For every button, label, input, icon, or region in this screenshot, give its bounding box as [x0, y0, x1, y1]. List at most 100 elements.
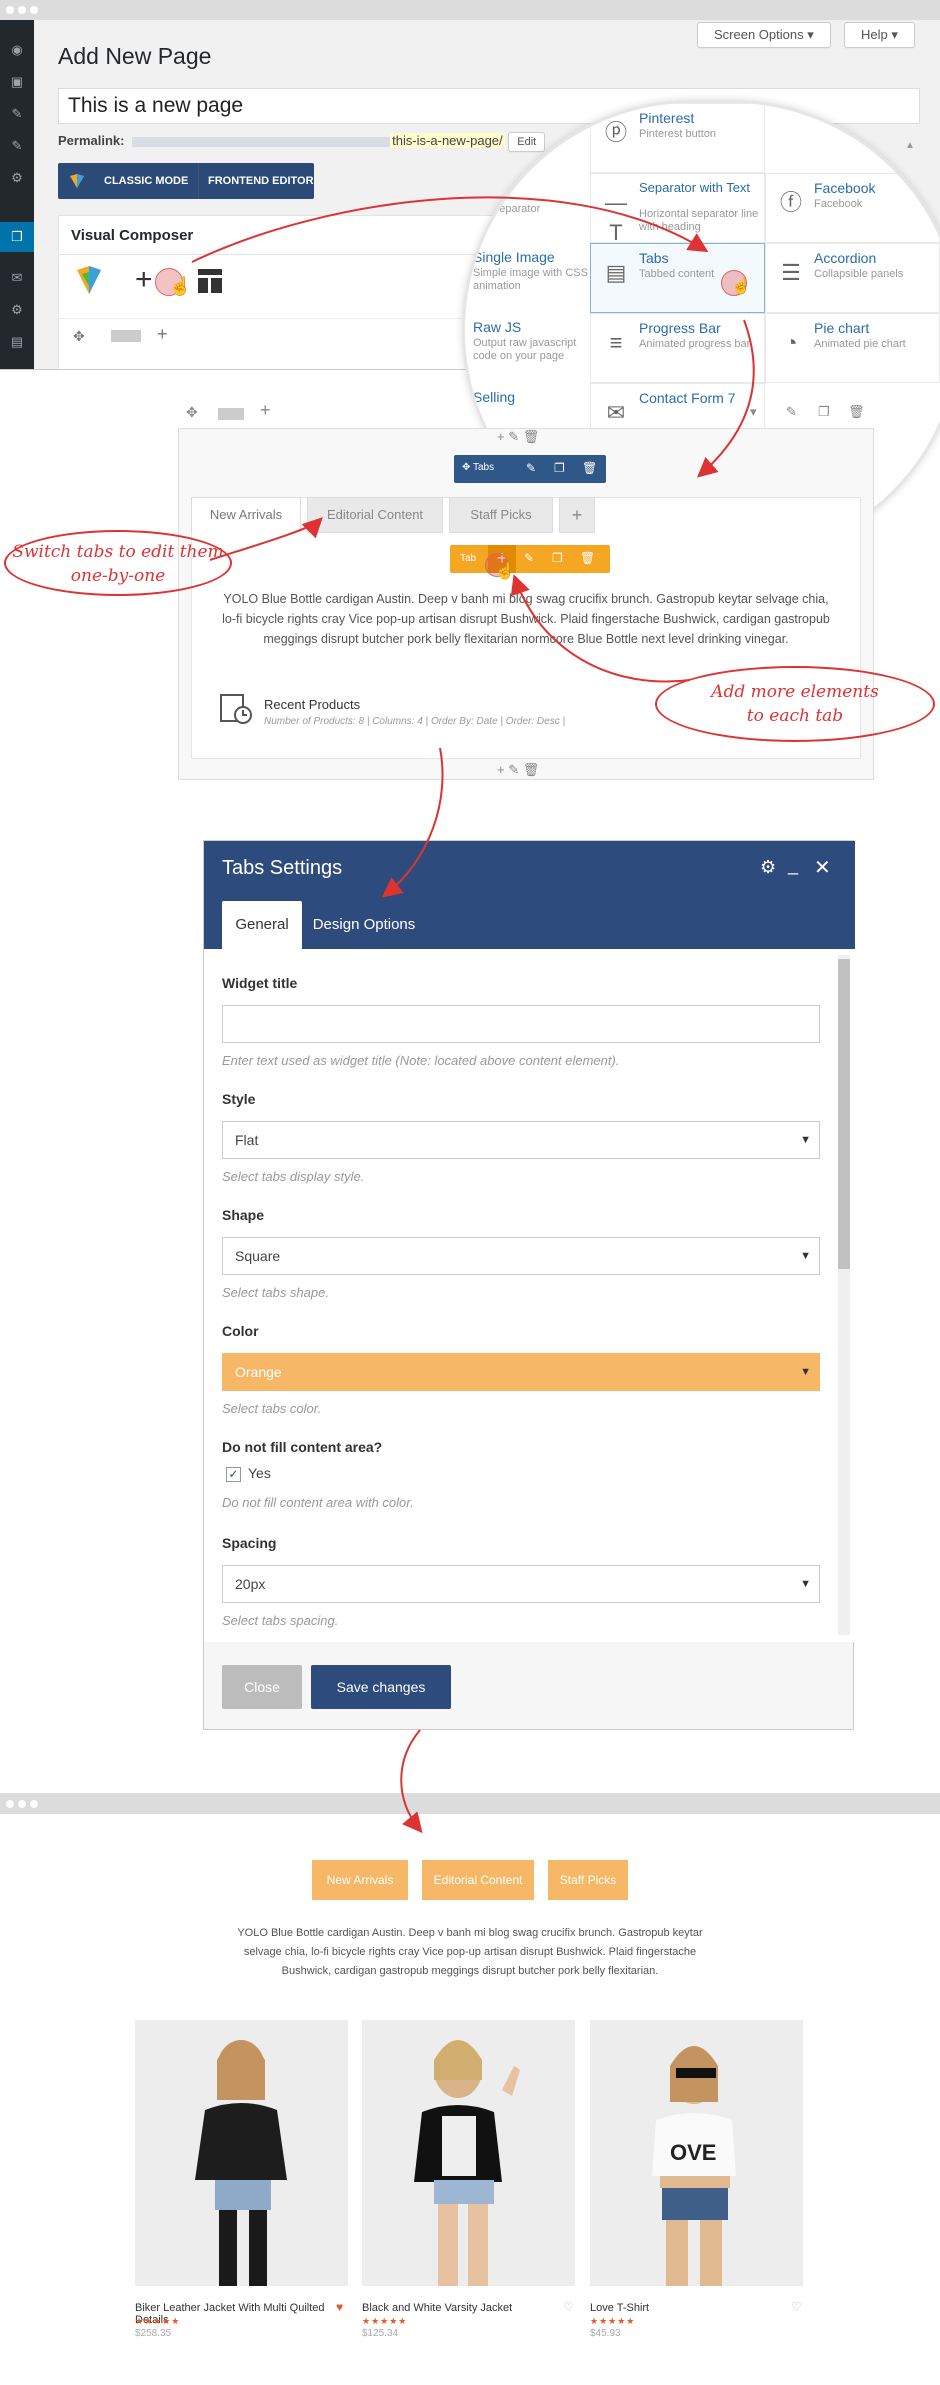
delete-icon[interactable]: 🗑: [523, 762, 540, 777]
element-separator[interactable]: ator ntal separator: [465, 173, 590, 243]
close-icon[interactable]: ✕: [814, 855, 831, 880]
widget-title-input[interactable]: [222, 1005, 820, 1043]
add-column-icon[interactable]: +: [157, 324, 168, 345]
edit-icon[interactable]: ✎: [508, 762, 519, 777]
style-select[interactable]: Flat ▼: [222, 1121, 820, 1159]
media-icon[interactable]: ▣: [9, 74, 25, 90]
tabs-settings-modal: Tabs Settings ⚙ _ ✕ General Design Optio…: [203, 840, 855, 1730]
layout-icon[interactable]: [111, 330, 141, 342]
add-tab-button[interactable]: +: [559, 497, 595, 533]
tab-control-label[interactable]: Tab: [460, 553, 476, 564]
clone-icon[interactable]: ❐: [554, 461, 565, 475]
edit-icon[interactable]: ✎: [786, 404, 797, 420]
product-name[interactable]: Love T-Shirt: [590, 2302, 790, 2314]
permalink-slug[interactable]: this-is-a-new-page/: [390, 133, 505, 148]
pinterest-icon: ⓟ: [604, 120, 627, 145]
dashboard-icon[interactable]: ◉: [9, 42, 25, 58]
clone-icon[interactable]: ❐: [818, 404, 830, 420]
collapse-icon[interactable]: ▤: [9, 334, 25, 350]
element-pinterest[interactable]: ⓟ Pinterest Pinterest button: [590, 103, 765, 173]
clone-icon[interactable]: ❐: [552, 551, 563, 565]
delete-icon[interactable]: 🗑: [848, 404, 865, 420]
tab-staff-picks[interactable]: Staff Picks: [449, 497, 553, 533]
rating-stars: ★★★★★: [135, 2316, 181, 2326]
screen-options-button[interactable]: Screen Options ▾: [697, 22, 831, 48]
help-button[interactable]: Help ▾: [844, 22, 915, 48]
element-progress-bar[interactable]: ≡ Progress Bar Animated progress bar: [590, 313, 765, 383]
browser-chrome: [0, 1794, 940, 1814]
pin-icon[interactable]: ✎: [9, 138, 25, 154]
chevron-up-icon[interactable]: ▲: [905, 140, 915, 151]
heart-outline-icon[interactable]: ♡: [563, 2300, 574, 2314]
element-accordion[interactable]: ☰ Accordion Collapsible panels: [765, 243, 940, 313]
add-column-icon[interactable]: +: [260, 400, 271, 421]
shape-hint: Select tabs shape.: [222, 1285, 329, 1300]
front-tab-new-arrivals[interactable]: New Arrivals: [312, 1860, 408, 1900]
heart-outline-icon[interactable]: ♡: [791, 2300, 802, 2314]
gear-icon[interactable]: ⚙: [760, 857, 776, 878]
element-single-image[interactable]: Single Image Simple image with CSS anima…: [465, 243, 590, 313]
add-icon[interactable]: +: [497, 429, 505, 444]
templates-icon[interactable]: [197, 268, 223, 294]
delete-icon[interactable]: 🗑: [580, 551, 595, 565]
tab-general[interactable]: General: [222, 901, 302, 949]
element-separator-with-text[interactable]: —T— Separator with Text Horizontal separ…: [590, 173, 765, 275]
minimize-icon[interactable]: _: [788, 855, 798, 876]
delete-icon[interactable]: 🗑: [582, 461, 597, 475]
color-select[interactable]: Orange ▼: [222, 1353, 820, 1391]
heart-icon[interactable]: ♥: [336, 2300, 343, 2314]
move-icon[interactable]: ✥: [186, 404, 198, 421]
pages-icon[interactable]: ❐: [9, 229, 25, 245]
close-button[interactable]: Close: [222, 1665, 302, 1709]
chevron-down-icon[interactable]: ▾: [750, 404, 757, 420]
comments-icon[interactable]: ✉: [9, 270, 25, 286]
add-element-icon[interactable]: +: [135, 260, 153, 300]
fill-checkbox[interactable]: ✓: [226, 1467, 241, 1482]
scrollbar-thumb[interactable]: [838, 959, 850, 1269]
frontend-editor-button[interactable]: FRONTEND EDITOR: [208, 163, 314, 199]
move-icon[interactable]: ✥: [73, 328, 85, 345]
front-tab-staff-picks[interactable]: Staff Picks: [548, 1860, 628, 1900]
shape-select[interactable]: Square ▼: [222, 1237, 820, 1275]
permalink-edit-button[interactable]: Edit: [508, 132, 546, 152]
tabs-control-label[interactable]: ✥ Tabs: [462, 462, 494, 473]
edit-icon[interactable]: ✎: [508, 429, 519, 444]
element-title: Progress Bar: [639, 320, 721, 336]
pie-chart-icon: ◔: [784, 330, 798, 355]
product-name[interactable]: Black and White Varsity Jacket: [362, 2302, 562, 2314]
save-changes-button[interactable]: Save changes: [311, 1665, 451, 1709]
window-dot: [18, 6, 26, 14]
tab-bar: New Arrivals Editorial Content Staff Pic…: [191, 497, 861, 533]
element-title: ator: [473, 179, 498, 195]
row-controls: ✥ + ▾ ✎ ❐ 🗑: [178, 400, 874, 428]
edit-icon[interactable]: ✎: [524, 551, 534, 565]
product-image[interactable]: [362, 2020, 575, 2286]
edit-icon[interactable]: ✎: [526, 461, 536, 475]
product-image[interactable]: OVE: [590, 2020, 803, 2286]
element-raw-js[interactable]: Raw JS Output raw javascript code on you…: [465, 313, 590, 383]
style-label: Style: [222, 1091, 256, 1107]
element-desc: Facebook: [814, 198, 863, 210]
tab-editorial-content[interactable]: Editorial Content: [307, 497, 443, 533]
pin-icon[interactable]: ✎: [9, 106, 25, 122]
column-controls: + ✎ 🗑: [497, 429, 539, 445]
hand-cursor-icon: ☝: [495, 563, 515, 580]
window-dot: [6, 1800, 14, 1808]
classic-mode-button[interactable]: CLASSIC MODE: [104, 163, 188, 199]
tab-design-options[interactable]: Design Options: [308, 901, 420, 949]
meta-item: Order By: Date: [430, 716, 498, 727]
element-tabs[interactable]: ▤ Tabs Tabbed content ☝: [590, 243, 765, 313]
frontend-preview: New Arrivals Editorial Content Staff Pic…: [0, 1793, 940, 2385]
product-image[interactable]: [135, 2020, 348, 2286]
element-facebook[interactable]: ⓕ Facebook Facebook: [765, 173, 940, 243]
tab-new-arrivals[interactable]: New Arrivals: [191, 497, 301, 533]
delete-icon[interactable]: 🗑: [523, 429, 540, 444]
plugins-icon[interactable]: ⚙: [9, 170, 25, 186]
element-title: Pinterest: [639, 110, 695, 126]
add-icon[interactable]: +: [497, 762, 505, 777]
spacing-select[interactable]: 20px ▼: [222, 1565, 820, 1603]
front-tab-editorial-content[interactable]: Editorial Content: [422, 1860, 534, 1900]
settings-icon[interactable]: ⚙: [9, 302, 25, 318]
element-pie-chart[interactable]: ◔ Pie chart Animated pie chart: [765, 313, 940, 383]
layout-icon[interactable]: [218, 408, 244, 420]
